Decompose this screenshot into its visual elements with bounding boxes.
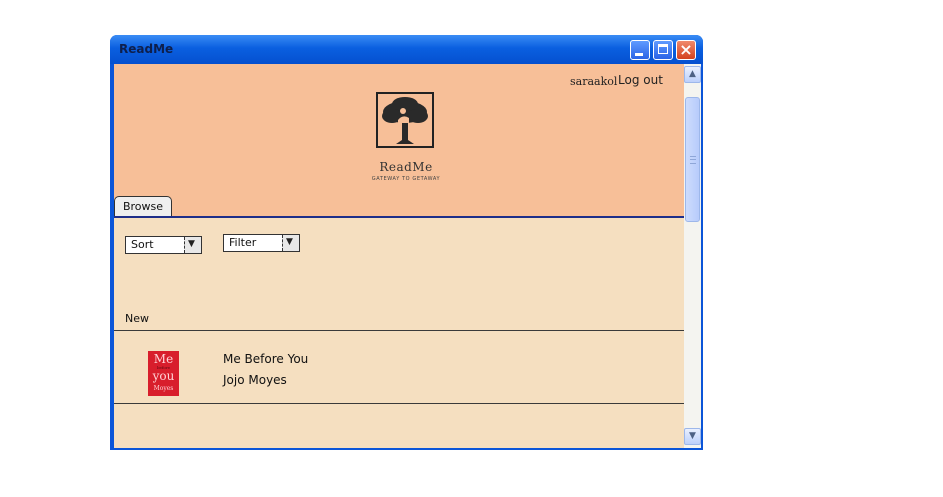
book-cover-image[interactable]: Me before you Moyes (148, 351, 179, 396)
sort-selected-value: Sort (131, 238, 154, 251)
sort-dropdown[interactable]: Sort ▼ (125, 236, 202, 254)
maximize-icon (658, 44, 668, 54)
chevron-up-icon: ▲ (689, 69, 696, 79)
filter-selected-value: Filter (229, 236, 257, 249)
cover-text: Me (153, 352, 174, 366)
close-button[interactable]: × (676, 40, 696, 60)
maximize-button[interactable] (653, 40, 673, 60)
logo-name: ReadMe (379, 160, 433, 174)
logout-link[interactable]: Log out (618, 73, 663, 87)
chevron-down-icon: ▼ (286, 237, 293, 247)
app-content: saraakol Log out ReadMe GATEWAY TO GETAW… (114, 64, 684, 448)
cover-text: you (152, 369, 175, 383)
grip-icon (690, 156, 696, 164)
app-window: ReadMe × saraakol Log out ReadMe GATEWAY… (110, 35, 703, 450)
book-author: Jojo Moyes (223, 373, 287, 387)
tree-reader-logo-icon (376, 92, 434, 148)
close-icon: × (679, 40, 693, 59)
filter-dropdown-button[interactable]: ▼ (282, 235, 299, 251)
username-label: saraakol (570, 75, 618, 88)
book-title[interactable]: Me Before You (223, 352, 308, 366)
minimize-button[interactable] (630, 40, 650, 60)
list-divider (114, 403, 684, 404)
section-new-label: New (125, 312, 149, 325)
chevron-down-icon: ▼ (689, 431, 696, 441)
filter-dropdown[interactable]: Filter ▼ (223, 234, 300, 252)
scroll-up-button[interactable]: ▲ (684, 66, 701, 83)
vertical-scrollbar[interactable]: ▲ ▼ (684, 64, 701, 448)
minimize-icon (635, 53, 643, 56)
title-bar[interactable]: ReadMe × (110, 35, 703, 64)
chevron-down-icon: ▼ (188, 239, 195, 249)
app-header: saraakol Log out ReadMe GATEWAY TO GETAW… (114, 64, 684, 218)
list-divider (114, 330, 684, 331)
window-title: ReadMe (119, 42, 174, 56)
sort-dropdown-button[interactable]: ▼ (184, 237, 201, 253)
scroll-down-button[interactable]: ▼ (684, 428, 701, 445)
logo-tagline: GATEWAY TO GETAWAY (371, 176, 441, 182)
scrollbar-thumb[interactable] (685, 97, 700, 222)
cover-text: Moyes (153, 385, 174, 392)
tab-browse[interactable]: Browse (114, 196, 172, 216)
